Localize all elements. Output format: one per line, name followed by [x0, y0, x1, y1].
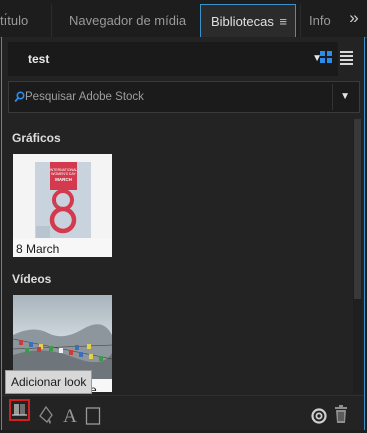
library-toolbar: A — [2, 395, 364, 430]
item-label: 8 March — [16, 242, 60, 256]
tab-overflow-icon[interactable]: » — [345, 4, 363, 34]
prayer-flags-video-thumbnail — [13, 295, 112, 379]
tab-titulo[interactable]: tı́tulo — [0, 4, 50, 37]
trash-icon[interactable] — [334, 402, 348, 426]
library-selector[interactable]: test ▼ — [8, 42, 338, 76]
tab-navegador-de-midia[interactable]: Navegador de mídia — [51, 4, 198, 37]
search-source-dropdown-icon[interactable]: ▼ — [340, 82, 350, 112]
tab-info[interactable]: Info — [300, 4, 340, 37]
list-view-icon[interactable] — [340, 51, 353, 65]
library-item-graphic[interactable]: INTERNATIONAL WOMEN'S DAY MARCH th 8 Mar… — [13, 154, 112, 257]
section-title-graficos: Gráficos — [12, 131, 61, 145]
add-graphic-button[interactable] — [85, 404, 101, 428]
svg-text:A: A — [63, 406, 77, 427]
section-title-videos: Vídeos — [12, 272, 52, 286]
scrollbar-thumb[interactable] — [354, 119, 361, 299]
grid-view-icon[interactable] — [320, 51, 333, 64]
tab-label: Info — [309, 13, 331, 28]
svg-text:WOMEN'S DAY: WOMEN'S DAY — [51, 172, 76, 176]
svg-text:th: th — [54, 202, 57, 207]
item-thumbnail: INTERNATIONAL WOMEN'S DAY MARCH th — [13, 154, 112, 238]
add-text-style-button[interactable]: A — [62, 403, 78, 427]
tab-bibliotecas[interactable]: Bibliotecas ≡ — [200, 4, 296, 38]
content-scrollbar[interactable] — [353, 119, 362, 394]
add-look-button[interactable] — [9, 399, 30, 421]
search-divider — [332, 84, 333, 110]
stock-search-field[interactable]: Pesquisar Adobe Stock ▼ — [8, 81, 360, 113]
women-day-graphic-thumbnail: INTERNATIONAL WOMEN'S DAY MARCH th — [13, 154, 112, 238]
creative-cloud-sync-icon[interactable] — [309, 404, 329, 428]
tab-label: Bibliotecas — [211, 14, 274, 29]
panel-menu-icon[interactable]: ≡ — [279, 5, 287, 38]
search-placeholder: Pesquisar Adobe Stock — [25, 91, 144, 103]
tab-label: Navegador de mídia — [69, 13, 187, 28]
item-thumbnail — [13, 295, 112, 379]
add-look-tooltip: Adicionar look — [5, 370, 93, 394]
panel-tab-bar: tı́tulo Navegador de mídia Bibliotecas ≡… — [0, 0, 367, 38]
library-name: test — [28, 52, 50, 66]
add-color-button[interactable] — [37, 403, 55, 427]
svg-text:MARCH: MARCH — [55, 177, 72, 182]
library-content: Gráficos INTERNATIONAL WOMEN'S DAY MARCH… — [2, 117, 352, 392]
add-look-icon — [12, 404, 27, 416]
tab-label: tı́tulo — [0, 13, 29, 28]
